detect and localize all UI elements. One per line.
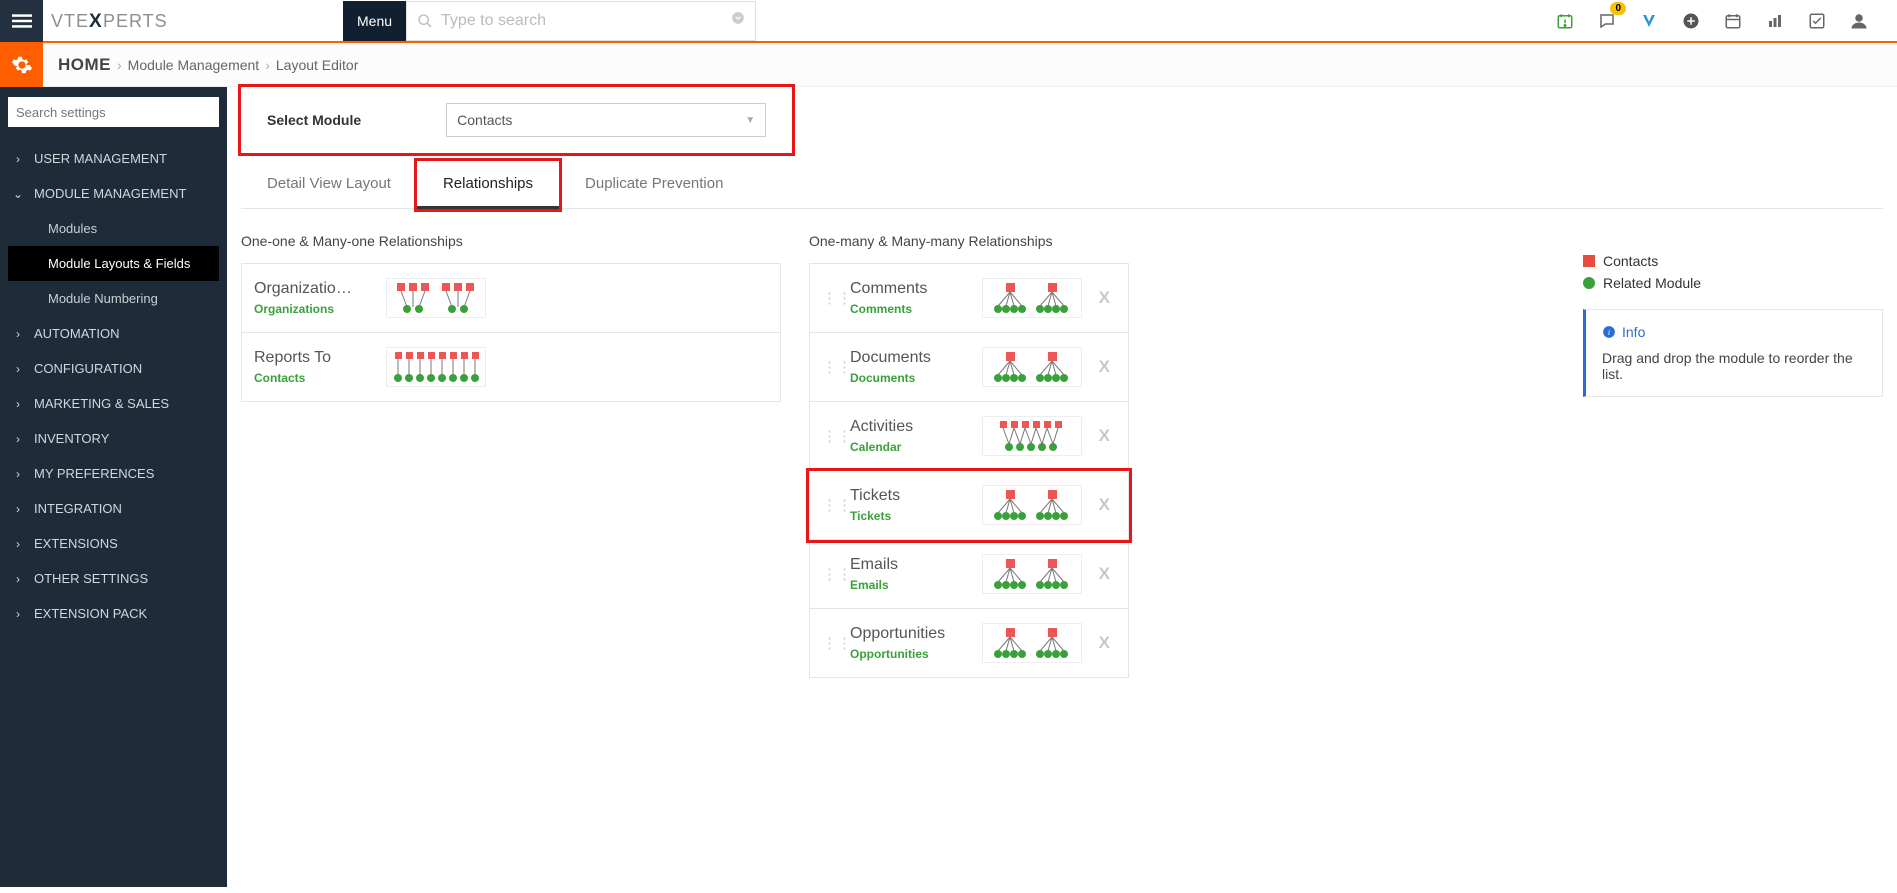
chevron-right-icon: › [117, 57, 122, 73]
global-search-placeholder: Type to search [441, 12, 546, 30]
drag-handle-icon[interactable]: ⋮⋮ [822, 496, 838, 514]
sidebar-item-automation[interactable]: ›AUTOMATION [8, 316, 219, 351]
global-search[interactable]: Type to search [406, 1, 756, 41]
rel-title: Organizatio… [254, 280, 374, 298]
tab-detail-view-layout[interactable]: Detail View Layout [241, 161, 417, 208]
tab-duplicate-prevention[interactable]: Duplicate Prevention [559, 161, 749, 208]
sidebar-item-integration[interactable]: ›INTEGRATION [8, 491, 219, 526]
module-select-dropdown[interactable]: Contacts ▼ [446, 103, 766, 137]
extension-icon[interactable] [1639, 11, 1659, 31]
relation-diagram-icon [982, 554, 1082, 594]
rel-title: Documents [850, 349, 970, 367]
rel-card-tickets[interactable]: ⋮⋮ Tickets Tickets X [809, 471, 1129, 540]
delete-relation-button[interactable]: X [1099, 633, 1116, 653]
sidebar-item-other-settings[interactable]: ›OTHER SETTINGS [8, 561, 219, 596]
rel-title: Comments [850, 280, 970, 298]
sidebar-item-configuration[interactable]: ›CONFIGURATION [8, 351, 219, 386]
breadcrumb-module-management[interactable]: Module Management [128, 57, 260, 73]
notif-badge: 0 [1610, 2, 1626, 15]
delete-relation-button[interactable]: X [1099, 495, 1116, 515]
rel-sub: Comments [850, 302, 970, 316]
calendar-icon[interactable] [1723, 11, 1743, 31]
calendar-alert-icon[interactable] [1555, 11, 1575, 31]
reports-icon[interactable] [1765, 11, 1785, 31]
info-body: Drag and drop the module to reorder the … [1602, 350, 1866, 382]
rel-sub: Contacts [254, 371, 374, 385]
chat-icon[interactable]: 0 [1597, 11, 1617, 31]
rel-sub: Documents [850, 371, 970, 385]
chevron-right-icon: › [265, 57, 270, 73]
sidebar-item-my-preferences[interactable]: ›MY PREFERENCES [8, 456, 219, 491]
drag-handle-icon[interactable]: ⋮⋮ [822, 358, 838, 376]
rel-card-opportunities[interactable]: ⋮⋮ Opportunities Opportunities X [809, 609, 1129, 678]
rel-sub: Calendar [850, 440, 970, 454]
sidebar-item-extension-pack[interactable]: ›EXTENSION PACK [8, 596, 219, 631]
relation-diagram-icon [982, 485, 1082, 525]
rel-card-calendar[interactable]: ⋮⋮ Activities Calendar X [809, 402, 1129, 471]
plus-circle-icon[interactable] [1681, 11, 1701, 31]
sidebar-sub-module-layouts[interactable]: Module Layouts & Fields [8, 246, 219, 281]
info-box: iInfo Drag and drop the module to reorde… [1583, 309, 1883, 397]
hamburger-menu[interactable] [0, 0, 43, 42]
delete-relation-button[interactable]: X [1099, 288, 1116, 308]
rel-title: Activities [850, 418, 970, 436]
breadcrumb-layout-editor: Layout Editor [276, 57, 359, 73]
search-icon [417, 13, 433, 29]
right-col-title: One-many & Many-many Relationships [809, 233, 1129, 249]
drag-handle-icon[interactable]: ⋮⋮ [822, 565, 838, 583]
settings-search-input[interactable] [8, 97, 219, 127]
legend-contacts: Contacts [1583, 253, 1883, 269]
drag-handle-icon[interactable]: ⋮⋮ [822, 634, 838, 652]
rel-title: Opportunities [850, 625, 970, 643]
relation-diagram-icon [982, 416, 1082, 456]
menu-button[interactable]: Menu [343, 1, 406, 41]
sidebar-sub-module-numbering[interactable]: Module Numbering [8, 281, 219, 316]
drag-handle-icon[interactable]: ⋮⋮ [822, 427, 838, 445]
breadcrumb-home[interactable]: HOME [58, 55, 111, 75]
left-col-title: One-one & Many-one Relationships [241, 233, 781, 249]
rel-card-organizations[interactable]: Organizatio… Organizations [241, 263, 781, 333]
svg-text:VTE: VTE [51, 11, 89, 31]
relation-diagram-icon [982, 623, 1082, 663]
rel-title: Reports To [254, 349, 374, 367]
sidebar-item-inventory[interactable]: ›INVENTORY [8, 421, 219, 456]
svg-text:PERTS: PERTS [103, 11, 168, 31]
module-select-value: Contacts [457, 112, 512, 128]
rel-title: Tickets [850, 487, 970, 505]
delete-relation-button[interactable]: X [1099, 357, 1116, 377]
drag-handle-icon[interactable]: ⋮⋮ [822, 289, 838, 307]
relation-diagram-icon [982, 347, 1082, 387]
logo: VTE X PERTS [51, 9, 181, 33]
user-icon[interactable] [1849, 11, 1869, 31]
search-caret-icon [731, 11, 745, 30]
rel-sub: Tickets [850, 509, 970, 523]
sidebar-item-marketing-sales[interactable]: ›MARKETING & SALES [8, 386, 219, 421]
rel-card-emails[interactable]: ⋮⋮ Emails Emails X [809, 540, 1129, 609]
delete-relation-button[interactable]: X [1099, 426, 1116, 446]
rel-card-comments[interactable]: ⋮⋮ Comments Comments X [809, 263, 1129, 333]
svg-text:X: X [89, 11, 102, 32]
info-icon: i [1602, 325, 1616, 339]
settings-gear-icon[interactable] [0, 43, 43, 87]
sidebar-sub-modules[interactable]: Modules [8, 211, 219, 246]
relation-diagram-icon [386, 278, 486, 318]
rel-sub: Organizations [254, 302, 374, 316]
tab-relationships[interactable]: Relationships [417, 161, 559, 209]
rel-sub: Opportunities [850, 647, 970, 661]
rel-card-documents[interactable]: ⋮⋮ Documents Documents X [809, 333, 1129, 402]
rel-title: Emails [850, 556, 970, 574]
breadcrumb: HOME › Module Management › Layout Editor [43, 55, 358, 75]
relation-diagram-icon [386, 347, 486, 387]
rel-card-reports-to[interactable]: Reports To Contacts [241, 333, 781, 402]
rel-sub: Emails [850, 578, 970, 592]
legend-related-module: Related Module [1583, 275, 1883, 291]
tasks-icon[interactable] [1807, 11, 1827, 31]
sidebar-item-module-management[interactable]: ⌄MODULE MANAGEMENT [8, 176, 219, 211]
sidebar-item-extensions[interactable]: ›EXTENSIONS [8, 526, 219, 561]
sidebar-item-user-management[interactable]: ›USER MANAGEMENT [8, 141, 219, 176]
delete-relation-button[interactable]: X [1099, 564, 1116, 584]
select-module-label: Select Module [267, 112, 361, 128]
relation-diagram-icon [982, 278, 1082, 318]
chevron-down-icon: ▼ [745, 115, 755, 126]
